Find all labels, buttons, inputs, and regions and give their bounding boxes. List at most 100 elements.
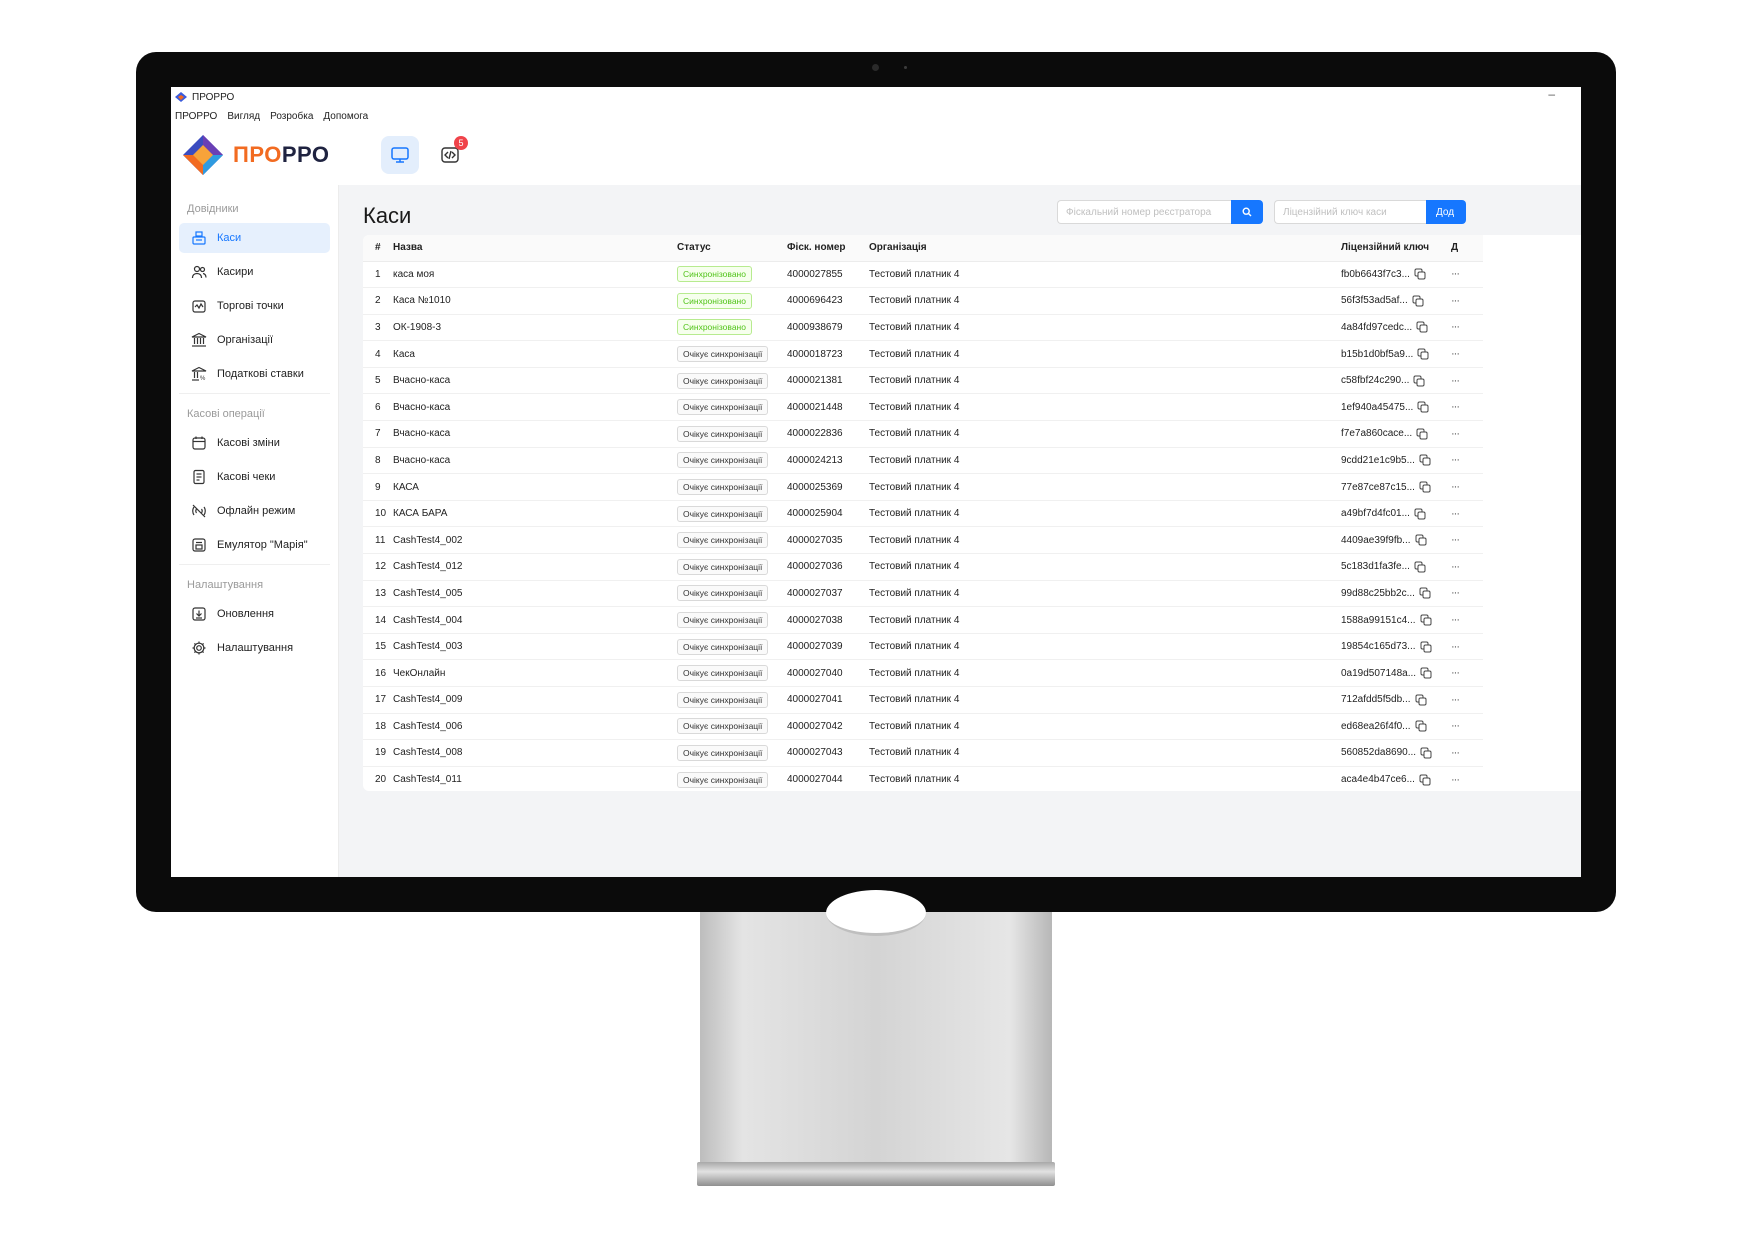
more-icon[interactable]: ···	[1451, 454, 1460, 466]
table-row[interactable]: 7 Вчасно-каса Очікує синхронізації 40000228…	[363, 420, 1483, 448]
license-key: ed68ea26f4f0...	[1341, 720, 1411, 732]
license-key: 4409ae39f9fb...	[1341, 534, 1411, 546]
copy-icon[interactable]	[1417, 348, 1429, 360]
copy-icon[interactable]	[1415, 534, 1427, 546]
copy-icon[interactable]	[1414, 268, 1426, 280]
more-icon[interactable]: ···	[1451, 268, 1460, 280]
copy-icon[interactable]	[1420, 641, 1432, 653]
copy-icon[interactable]	[1415, 720, 1427, 732]
monitor-button[interactable]	[381, 136, 419, 174]
copy-icon[interactable]	[1420, 747, 1432, 759]
table-row[interactable]: 16 ЧекОнлайн Очікує синхронізації 400002704…	[363, 659, 1483, 687]
sidebar-item-label: Офлайн режим	[217, 505, 296, 517]
fiscal-number-search-input[interactable]	[1057, 200, 1231, 224]
more-icon[interactable]: ···	[1451, 587, 1460, 599]
more-icon[interactable]: ···	[1451, 508, 1460, 520]
copy-icon[interactable]	[1419, 454, 1431, 466]
fiscal-number: 4000025904	[787, 500, 869, 528]
table-row[interactable]: 4 Каса Очікує синхронізації 4000018723 Тесто…	[363, 340, 1483, 368]
more-icon[interactable]: ···	[1451, 561, 1460, 573]
table-row[interactable]: 3 ОК-1908-3 Синхронізовано 4000938679 Тестов…	[363, 314, 1483, 342]
sidebar-item-organizations[interactable]: Організації	[179, 325, 330, 355]
license-key-cell: f7e7a860cace...	[1341, 420, 1445, 448]
copy-icon[interactable]	[1416, 428, 1428, 440]
status-cell: Очікує синхронізації	[677, 473, 787, 501]
column-header-fiscal-number[interactable]: Фіск. номер	[787, 235, 869, 262]
more-icon[interactable]: ···	[1451, 348, 1460, 360]
table-row[interactable]: 15 CashTest4_003 Очікує синхронізації 40000…	[363, 633, 1483, 661]
more-icon[interactable]: ···	[1451, 747, 1460, 759]
more-icon[interactable]: ···	[1451, 641, 1460, 653]
more-icon[interactable]: ···	[1451, 428, 1460, 440]
table-row[interactable]: 20 CashTest4_011 Очікує синхронізації 40000…	[363, 766, 1483, 791]
license-key-search-input[interactable]	[1274, 200, 1426, 224]
sidebar-item-retail-points[interactable]: Торгові точки	[179, 291, 330, 321]
license-key-cell: 56f3f53ad5af...	[1341, 287, 1445, 315]
more-icon[interactable]: ···	[1451, 321, 1460, 333]
sidebar-item-cash-registers[interactable]: Каси	[179, 223, 330, 253]
copy-icon[interactable]	[1419, 774, 1431, 786]
sidebar-item-updates[interactable]: Оновлення	[179, 599, 330, 629]
cash-register-name: Каса №1010	[393, 287, 677, 315]
table-row[interactable]: 9 КАСА Очікує синхронізації 4000025369 Тесто…	[363, 473, 1483, 501]
column-header-license-key[interactable]: Ліцензійний ключ	[1341, 235, 1445, 262]
more-icon[interactable]: ···	[1451, 295, 1460, 307]
sidebar-item-cashiers[interactable]: Касири	[179, 257, 330, 287]
table-row[interactable]: 1 каса моя Синхронізовано 4000027855 Тестови…	[363, 261, 1483, 289]
copy-icon[interactable]	[1419, 481, 1431, 493]
sidebar-item-tax-rates[interactable]: % Податкові ставки	[179, 359, 330, 389]
copy-icon[interactable]	[1415, 694, 1427, 706]
more-icon[interactable]: ···	[1451, 481, 1460, 493]
table-row[interactable]: 18 CashTest4_006 Очікує синхронізації 40000…	[363, 713, 1483, 741]
column-header-number[interactable]: #	[363, 235, 393, 262]
more-icon[interactable]: ···	[1451, 401, 1460, 413]
sidebar-item-shifts[interactable]: Касові зміни	[179, 428, 330, 458]
copy-icon[interactable]	[1420, 614, 1432, 626]
column-header-organization[interactable]: Організація	[869, 235, 1341, 262]
more-icon[interactable]: ···	[1451, 667, 1460, 679]
status-cell: Синхронізовано	[677, 261, 787, 289]
table-row[interactable]: 6 Вчасно-каса Очікує синхронізації 40000214…	[363, 393, 1483, 422]
sidebar-item-receipts[interactable]: Касові чеки	[179, 462, 330, 492]
copy-icon[interactable]	[1414, 508, 1426, 520]
table-row[interactable]: 10 КАСА БАРА Очікує синхронізації 400002590…	[363, 500, 1483, 528]
row-number: 16	[363, 659, 393, 687]
table-row[interactable]: 2 Каса №1010 Синхронізовано 4000696423 Тесто…	[363, 287, 1483, 315]
more-icon[interactable]: ···	[1451, 614, 1460, 626]
menu-item-help[interactable]: Допомога	[323, 111, 368, 122]
sidebar-item-offline-mode[interactable]: Офлайн режим	[179, 496, 330, 526]
copy-icon[interactable]	[1416, 321, 1428, 333]
copy-icon[interactable]	[1413, 375, 1425, 387]
more-icon[interactable]: ···	[1451, 774, 1460, 786]
sidebar-item-settings[interactable]: Налаштування	[179, 633, 330, 663]
table-row[interactable]: 12 CashTest4_012 Очікує синхронізації 40000…	[363, 553, 1483, 581]
menu-item-prorro[interactable]: ПРОРРО	[175, 111, 217, 122]
table-row[interactable]: 14 CashTest4_004 Очікує синхронізації 40000…	[363, 606, 1483, 634]
column-header-status[interactable]: Статус	[677, 235, 787, 262]
more-icon[interactable]: ···	[1451, 375, 1460, 387]
copy-icon[interactable]	[1417, 401, 1429, 413]
menu-item-view[interactable]: Вигляд	[227, 111, 260, 122]
menu-item-development[interactable]: Розробка	[270, 111, 313, 122]
status-cell: Очікує синхронізації	[677, 739, 787, 767]
search-button[interactable]	[1231, 200, 1263, 224]
copy-icon[interactable]	[1419, 587, 1431, 599]
sidebar-item-label: Налаштування	[217, 642, 294, 654]
more-icon[interactable]: ···	[1451, 694, 1460, 706]
copy-icon[interactable]	[1420, 667, 1432, 679]
minimize-button[interactable]: –	[1548, 87, 1573, 101]
table-row[interactable]: 13 CashTest4_005 Очікує синхронізації 40000…	[363, 580, 1483, 608]
table-row[interactable]: 8 Вчасно-каса Очікує синхронізації 40000242…	[363, 447, 1483, 475]
more-icon[interactable]: ···	[1451, 720, 1460, 732]
add-button[interactable]: Дод	[1426, 200, 1466, 224]
table-row[interactable]: 19 CashTest4_008 Очікує синхронізації 40000…	[363, 739, 1483, 767]
more-icon[interactable]: ···	[1451, 534, 1460, 546]
sidebar-item-emulator[interactable]: Емулятор "Марія"	[179, 530, 330, 560]
column-header-name[interactable]: Назва	[393, 235, 677, 262]
copy-icon[interactable]	[1412, 295, 1424, 307]
developer-button[interactable]: 5	[431, 136, 469, 174]
table-row[interactable]: 17 CashTest4_009 Очікує синхронізації 40000…	[363, 686, 1483, 714]
copy-icon[interactable]	[1414, 561, 1426, 573]
table-row[interactable]: 5 Вчасно-каса Очікує синхронізації 40000213…	[363, 367, 1483, 395]
table-row[interactable]: 11 CashTest4_002 Очікує синхронізації 40000…	[363, 526, 1483, 555]
